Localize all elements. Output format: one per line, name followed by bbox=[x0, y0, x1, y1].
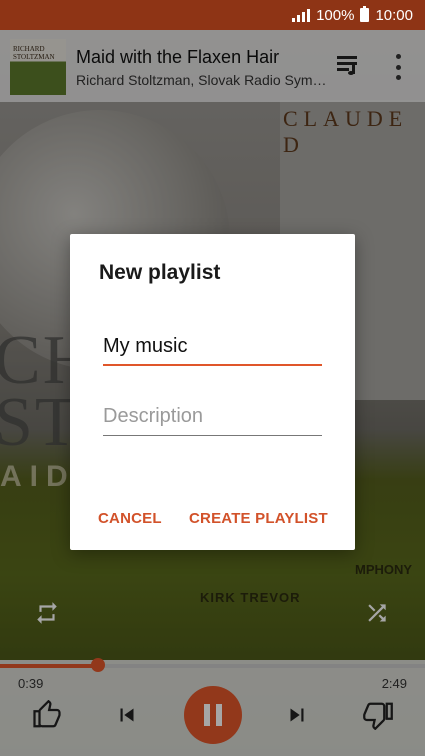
signal-icon bbox=[292, 8, 311, 22]
create-playlist-button[interactable]: CREATE PLAYLIST bbox=[189, 510, 328, 527]
battery-percent: 100% bbox=[316, 6, 355, 24]
cancel-button[interactable]: CANCEL bbox=[98, 510, 162, 527]
clock: 10:00 bbox=[375, 6, 413, 24]
battery-icon bbox=[360, 6, 370, 22]
dialog-title: New playlist bbox=[99, 261, 221, 284]
new-playlist-dialog: New playlist CANCEL CREATE PLAYLIST bbox=[70, 234, 355, 550]
playlist-description-input[interactable] bbox=[103, 402, 322, 436]
playlist-name-input[interactable] bbox=[103, 332, 322, 366]
status-bar: 100% 10:00 bbox=[0, 0, 425, 30]
